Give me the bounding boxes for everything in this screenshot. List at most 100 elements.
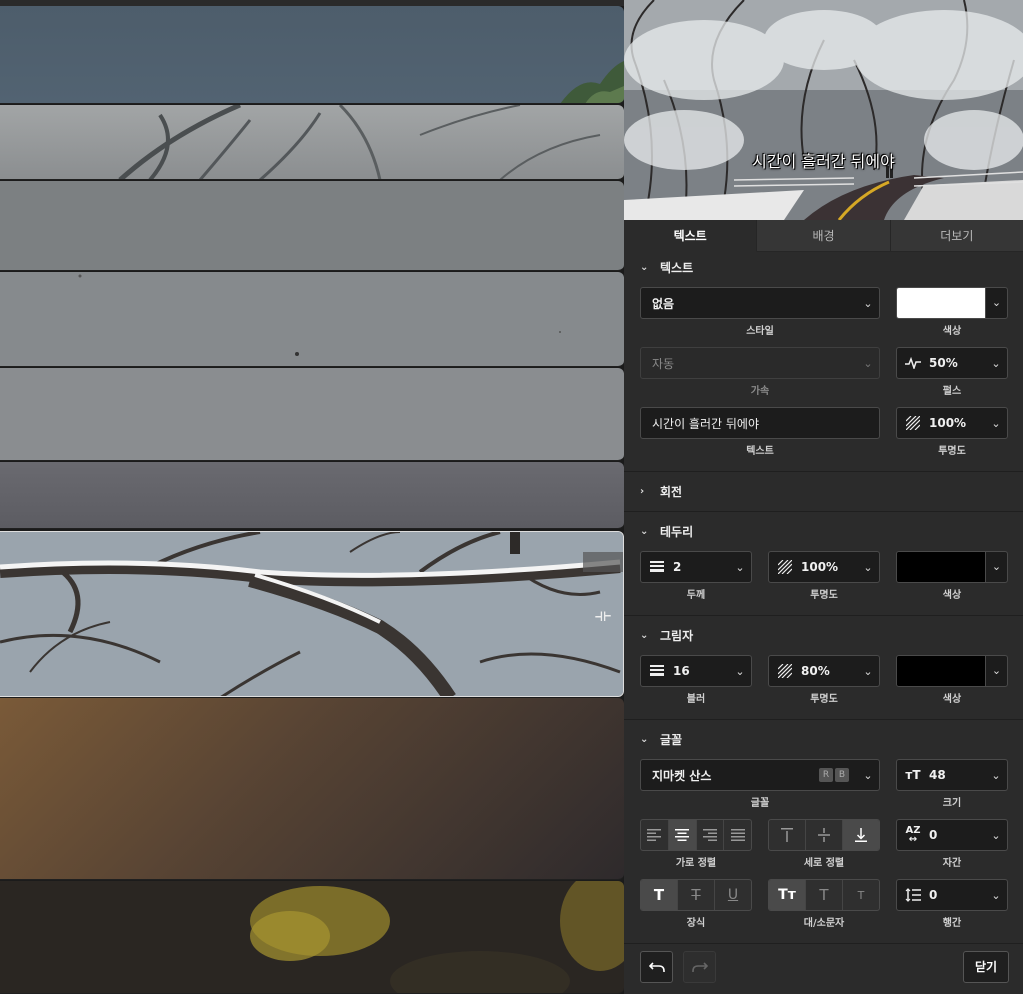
clip-strip[interactable] [0,181,624,271]
redo-button[interactable] [683,951,716,983]
easing-label: 가속 [750,386,770,397]
chevron-down-icon: ⌄ [991,356,1001,370]
border-opacity-select[interactable]: 100% ⌄ [768,551,880,583]
tab-text[interactable]: 텍스트 [624,220,758,252]
lowercase-icon[interactable]: T [843,880,879,910]
clip-strip-selected[interactable]: ⟛ [0,531,624,697]
section-divider [624,615,1023,616]
text-opacity-select[interactable]: 100% ⌄ [896,407,1008,439]
opacity-icon [769,664,801,678]
chevron-down-icon: ⌄ [863,356,873,370]
chevron-down-icon: ⌄ [863,296,873,310]
strikethrough-icon[interactable]: T [678,880,715,910]
chevron-down-icon[interactable]: ⌄ [985,656,1007,686]
section-header-font[interactable]: ⌄ 글꼴 [640,729,682,749]
editor-window: ⟛ 시간이 흘러간 뒤에야 텍스트 배경 더보기 ⌄ 텍스트 없음 ⌄ 스타일 … [0,0,1023,994]
tab-more[interactable]: 더보기 [890,220,1023,252]
tab-background[interactable]: 배경 [757,220,891,252]
horizontal-align-group [640,819,752,851]
chevron-down-icon: ⌄ [991,888,1001,902]
border-color-picker[interactable]: ⌄ [896,551,1008,583]
text-input[interactable]: 시간이 흘러간 뒤에야 [640,407,880,439]
section-header-border[interactable]: ⌄ 테두리 [640,521,693,541]
clip-strip[interactable] [0,6,624,104]
line-spacing-select[interactable]: 0 ⌄ [896,879,1008,911]
undo-icon [648,962,665,972]
clip-strip[interactable] [0,881,624,994]
section-title: 텍스트 [660,260,694,275]
letter-spacing-label: 자간 [942,858,962,869]
preview-image [624,0,1023,220]
undo-button[interactable] [640,951,673,983]
font-size-select[interactable]: ᴛT 48 ⌄ [896,759,1008,791]
decoration-label: 장식 [686,918,706,929]
vertical-align-label: 세로 정렬 [803,858,845,869]
color-swatch[interactable] [897,656,985,686]
chevron-down-icon: ⌄ [863,560,873,574]
border-thickness-label: 두께 [686,590,706,601]
clip-strip-list[interactable]: ⟛ [0,0,624,994]
thickness-icon [641,561,673,573]
easing-select[interactable]: 자동 ⌄ [640,347,880,379]
align-top-icon[interactable] [769,820,806,850]
align-middle-icon[interactable] [806,820,843,850]
uppercase-icon[interactable]: T [806,880,843,910]
font-size-label: 크기 [942,798,962,809]
underline-icon[interactable]: U [715,880,751,910]
letter-spacing-select[interactable]: AZ ↔ 0 ⌄ [896,819,1008,851]
align-center-icon[interactable] [668,820,697,850]
align-left-icon[interactable] [641,820,669,850]
clip-thumbnail [0,532,623,696]
clip-strip[interactable] [0,105,624,180]
panel-tabs: 텍스트 배경 더보기 [624,220,1023,252]
section-header-text[interactable]: ⌄ 텍스트 [640,257,693,277]
blur-icon [641,665,673,677]
line-spacing-label: 행간 [942,918,962,929]
case-label: 대/소문자 [803,918,845,929]
shadow-opacity-label: 투명도 [810,694,838,705]
clip-strip[interactable] [0,368,624,461]
horizontal-align-label: 가로 정렬 [675,858,717,869]
trim-handle-icon[interactable]: ⟛ [591,604,615,628]
chevron-down-icon: ⌄ [991,768,1001,782]
section-header-shadow[interactable]: ⌄ 그림자 [640,625,693,645]
clip-strip[interactable] [0,698,624,880]
properties-panel: 시간이 흘러간 뒤에야 텍스트 배경 더보기 ⌄ 텍스트 없음 ⌄ 스타일 ⌄ … [624,0,1023,994]
chevron-down-icon: ⌄ [991,828,1001,842]
clip-thumbnail [78,274,561,356]
case-group: Tт T T [768,879,880,911]
preview-caption[interactable]: 시간이 흘러간 뒤에야 [624,148,1023,172]
pulse-icon [897,357,929,369]
shadow-color-label: 색상 [942,694,962,705]
pulse-select[interactable]: 50% ⌄ [896,347,1008,379]
clip-strip[interactable] [0,462,624,529]
color-swatch[interactable] [897,288,985,318]
mixed-case-icon[interactable]: Tт [769,880,806,910]
section-divider [624,471,1023,472]
align-right-icon[interactable] [697,820,725,850]
shadow-color-picker[interactable]: ⌄ [896,655,1008,687]
shadow-opacity-select[interactable]: 80% ⌄ [768,655,880,687]
chevron-down-icon[interactable]: ⌄ [985,552,1007,582]
section-header-rotation[interactable]: › 회전 [640,481,682,501]
section-divider [624,943,1023,944]
chevron-down-icon: ⌄ [735,664,745,678]
font-weight-badges: R B [819,768,849,782]
align-bottom-icon[interactable] [843,820,879,850]
chevron-down-icon: ⌄ [640,525,649,537]
color-swatch[interactable] [897,552,985,582]
close-button[interactable]: 닫기 [963,951,1009,983]
chevron-down-icon[interactable]: ⌄ [985,288,1007,318]
chevron-right-icon: › [640,485,645,497]
shadow-blur-select[interactable]: 16 ⌄ [640,655,752,687]
clip-thumbnail [118,105,601,179]
clip-strip[interactable] [0,272,624,367]
video-preview[interactable]: 시간이 흘러간 뒤에야 [624,0,1023,220]
align-justify-icon[interactable] [724,820,751,850]
font-select[interactable]: 지마켓 산스 R B ⌄ [640,759,880,791]
border-thickness-select[interactable]: 2 ⌄ [640,551,752,583]
style-select[interactable]: 없음 ⌄ [640,287,880,319]
text-color-picker[interactable]: ⌄ [896,287,1008,319]
bold-text-icon[interactable]: T [641,880,678,910]
font-label: 글꼴 [750,798,770,809]
